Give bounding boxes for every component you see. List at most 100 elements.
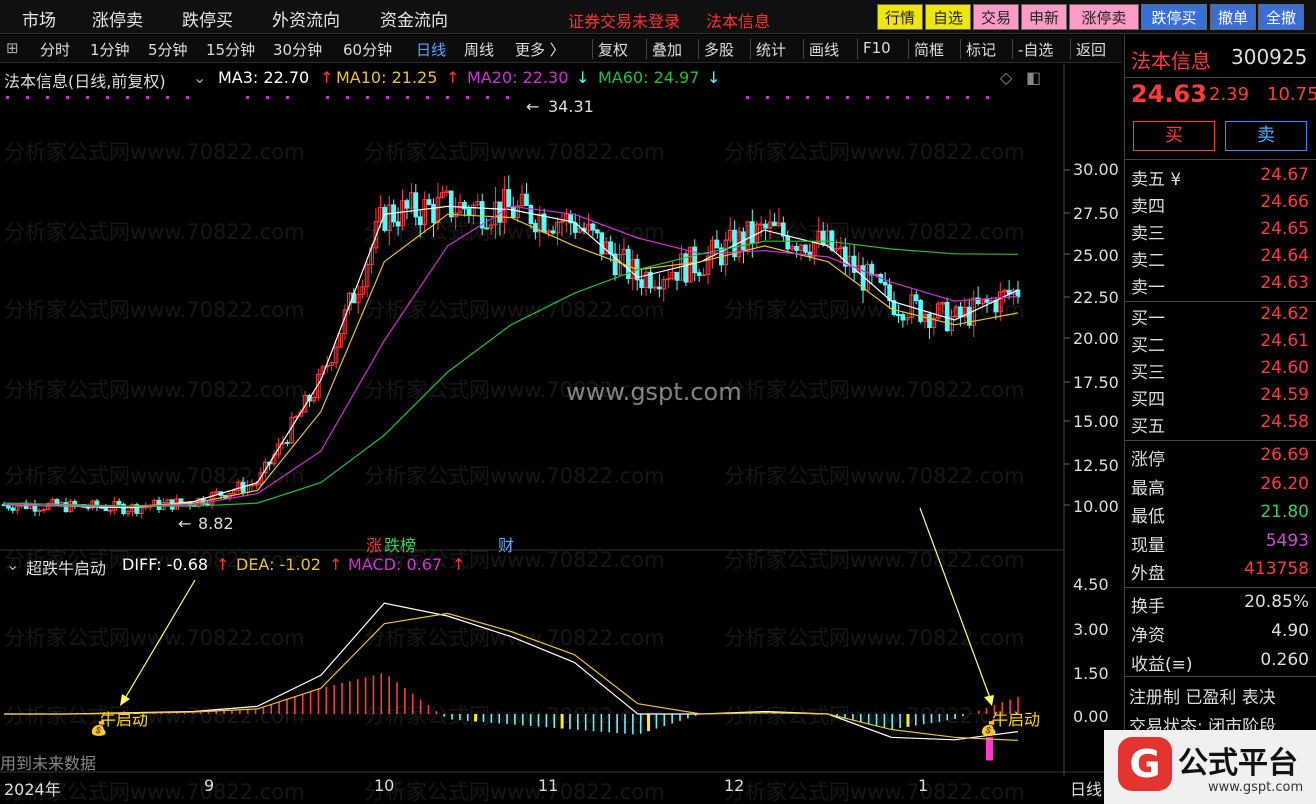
candle-body bbox=[794, 246, 799, 251]
window-icon[interactable]: ◧ bbox=[1026, 68, 1041, 87]
quote-row: 收益(≡) 0.260 bbox=[1131, 648, 1316, 675]
signal-dot bbox=[166, 96, 169, 99]
period-tab-2[interactable]: 5分钟 bbox=[148, 39, 188, 60]
price-tick: 22.50 bbox=[1073, 288, 1119, 307]
signal-dot bbox=[386, 96, 389, 99]
period-tab-5[interactable]: 60分钟 bbox=[343, 39, 392, 60]
price-tick: 12.50 bbox=[1073, 456, 1119, 475]
signal-dot bbox=[926, 96, 929, 99]
menu-limit-up-sell[interactable]: 涨停卖 bbox=[92, 6, 143, 31]
center-watermark: www.gspt.com bbox=[566, 378, 742, 406]
macd-tick: 1.50 bbox=[1073, 664, 1109, 683]
menu-market[interactable]: 市场 bbox=[22, 6, 56, 31]
signal-dot bbox=[826, 96, 829, 99]
tool-0[interactable]: 复权 bbox=[598, 39, 628, 60]
candle-body bbox=[103, 507, 109, 512]
watermark-text: 分析家公式网www.70822.com bbox=[4, 140, 305, 164]
date-tick: 11 bbox=[538, 776, 559, 795]
buy-button[interactable]: 买 bbox=[1133, 121, 1215, 151]
high-marker-arrow-icon: ← bbox=[526, 97, 540, 116]
quote-row-label: 现量 bbox=[1131, 535, 1165, 556]
toolbar-separator bbox=[646, 39, 647, 59]
signal-dot bbox=[286, 96, 289, 99]
signal-dot bbox=[806, 96, 809, 99]
candle-body bbox=[85, 506, 91, 509]
candle-body bbox=[466, 208, 472, 216]
ma10-legend: MA10: 21.25 bbox=[336, 68, 438, 87]
settings-toggle-icon[interactable]: ⌄ bbox=[193, 68, 206, 87]
ma20-down-arrow-icon: ↓ bbox=[576, 68, 590, 87]
top-button-7[interactable]: 全撤 bbox=[1258, 4, 1304, 30]
top-button-1[interactable]: 自选 bbox=[925, 4, 971, 30]
period-tab-8[interactable]: 更多 〉 bbox=[515, 39, 565, 60]
period-tab-1[interactable]: 1分钟 bbox=[90, 39, 130, 60]
quote-row-value: 26.20 bbox=[1260, 473, 1309, 494]
tool-5[interactable]: F10 bbox=[863, 39, 891, 57]
grid-icon[interactable]: ⊞ bbox=[6, 39, 19, 57]
quote-row: 买三 24.60 bbox=[1131, 356, 1316, 383]
menu-limit-down-buy[interactable]: 跌停买 bbox=[182, 6, 233, 31]
future-data-note: 用到未来数据 bbox=[0, 754, 97, 773]
signal-dot bbox=[886, 96, 889, 99]
quote-row-label: 卖四 bbox=[1131, 197, 1165, 217]
quote-row-label: 卖五 ¥ bbox=[1131, 170, 1182, 190]
top-button-0[interactable]: 行情 bbox=[877, 4, 923, 30]
top-button-6[interactable]: 撤单 bbox=[1210, 4, 1256, 30]
top-button-2[interactable]: 交易 bbox=[973, 4, 1019, 30]
kline-chart[interactable] bbox=[0, 64, 1122, 776]
watermark-text: 分析家公式网www.70822.com bbox=[4, 298, 305, 322]
candle-body bbox=[803, 244, 808, 253]
macd-tick: 4.50 bbox=[1073, 575, 1109, 594]
menu-fund-flow[interactable]: 资金流向 bbox=[380, 6, 448, 31]
watermark-text: 分析家公式网www.70822.com bbox=[364, 298, 665, 322]
watermark-text: 分析家公式网www.70822.com bbox=[724, 220, 1025, 244]
tool-4[interactable]: 画线 bbox=[809, 39, 839, 60]
tool-3[interactable]: 统计 bbox=[756, 39, 786, 60]
menu-foreign-flow[interactable]: 外资流向 bbox=[272, 6, 340, 31]
period-tab-4[interactable]: 30分钟 bbox=[273, 39, 322, 60]
top-button-5[interactable]: 跌停买 bbox=[1141, 4, 1207, 30]
signal-dot bbox=[66, 96, 69, 99]
watermark-text: 分析家公式网www.70822.com bbox=[724, 626, 1025, 650]
signal-dot bbox=[966, 96, 969, 99]
candle-body bbox=[63, 502, 69, 513]
signal-dot bbox=[406, 96, 409, 99]
sell-button[interactable]: 卖 bbox=[1225, 121, 1307, 151]
top-button-3[interactable]: 申新 bbox=[1021, 4, 1067, 30]
signal-dot bbox=[86, 96, 89, 99]
watermark-text: 分析家公式网www.70822.com bbox=[724, 780, 1025, 804]
candle-body bbox=[657, 286, 662, 290]
tool-2[interactable]: 多股 bbox=[704, 39, 734, 60]
tool-9[interactable]: 返回 bbox=[1076, 39, 1106, 60]
candle-body bbox=[10, 507, 16, 511]
login-status: 证券交易未登录 bbox=[568, 12, 681, 31]
price-change-pct: 10.75 bbox=[1267, 84, 1316, 105]
diamond-icon[interactable]: ◇ bbox=[1000, 68, 1012, 87]
signal-dot bbox=[266, 96, 269, 99]
tool-7[interactable]: 标记 bbox=[966, 39, 996, 60]
candle-body bbox=[448, 190, 454, 218]
ma3-up-arrow-icon: ↑ bbox=[320, 68, 334, 87]
tool-8[interactable]: -自选 bbox=[1018, 39, 1053, 60]
quote-row: 买一 24.62 bbox=[1131, 302, 1316, 329]
high-price-label: 34.31 bbox=[548, 97, 594, 116]
period-tab-6[interactable]: 日线 bbox=[416, 39, 446, 60]
logo-g-icon: G bbox=[1118, 737, 1172, 791]
watermark-text: 分析家公式网www.70822.com bbox=[724, 140, 1025, 164]
candle-body bbox=[696, 272, 702, 276]
tool-6[interactable]: 简框 bbox=[914, 39, 944, 60]
period-tab-7[interactable]: 周线 bbox=[464, 39, 494, 60]
tool-1[interactable]: 叠加 bbox=[652, 39, 682, 60]
period-tab-0[interactable]: 分时 bbox=[40, 39, 70, 60]
candle-body bbox=[413, 192, 419, 218]
candle-body bbox=[524, 193, 529, 207]
watermark-text: 分析家公式网www.70822.com bbox=[4, 548, 305, 572]
period-tab-3[interactable]: 15分钟 bbox=[206, 39, 255, 60]
price-tick: 10.00 bbox=[1073, 497, 1119, 516]
quote-row-value: 24.61 bbox=[1260, 331, 1309, 351]
toolbar-separator bbox=[1012, 39, 1013, 59]
quote-row-label: 买一 bbox=[1131, 309, 1165, 329]
watermark-text: 分析家公式网www.70822.com bbox=[4, 464, 305, 488]
top-button-4[interactable]: 涨停卖 bbox=[1069, 4, 1139, 30]
candle-body bbox=[665, 278, 671, 281]
